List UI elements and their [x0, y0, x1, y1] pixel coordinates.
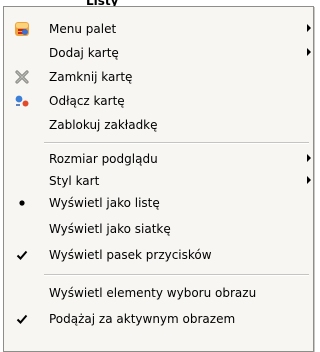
- menu-separator: [44, 142, 309, 144]
- context-menu: Menu palet Dodaj kartę Zamknij kartę Odł…: [3, 6, 314, 352]
- menu-item-wyswietl-jako-liste[interactable]: Wyświetl jako listę: [4, 191, 313, 215]
- menu-item-wyswietl-elementy-wyboru-obrazu[interactable]: Wyświetl elementy wyboru obrazu: [4, 281, 313, 305]
- menu-item-label: Podążaj za aktywnym obrazem: [49, 312, 236, 326]
- menu-item-rozmiar-podgladu[interactable]: Rozmiar podglądu: [4, 147, 313, 171]
- menu-item-label: Rozmiar podglądu: [49, 152, 158, 166]
- detach-tab-icon: [14, 93, 30, 109]
- radio-bullet-icon: [14, 195, 30, 211]
- menu-item-wyswietl-pasek-przyciskow[interactable]: Wyświetl pasek przycisków: [4, 243, 313, 267]
- submenu-arrow-icon: [307, 176, 311, 184]
- menu-item-styl-kart[interactable]: Styl kart: [4, 169, 313, 193]
- submenu-arrow-icon: [307, 154, 311, 162]
- menu-separator: [44, 274, 309, 276]
- menu-item-odlacz-karte[interactable]: Odłącz kartę: [4, 89, 313, 113]
- close-tab-icon: [14, 69, 30, 85]
- menu-item-label: Wyświetl pasek przycisków: [49, 248, 212, 262]
- menu-item-label: Wyświetl jako listę: [49, 196, 160, 210]
- submenu-arrow-icon: [307, 48, 311, 56]
- checkmark-icon: [14, 247, 30, 263]
- menu-item-zamknij-karte[interactable]: Zamknij kartę: [4, 65, 313, 89]
- menu-item-label: Wyświetl jako siatkę: [49, 222, 171, 236]
- menu-item-label: Wyświetl elementy wyboru obrazu: [49, 286, 257, 300]
- submenu-arrow-icon: [307, 24, 311, 32]
- menu-item-label: Styl kart: [49, 174, 100, 188]
- menu-item-label: Zablokuj zakładkę: [49, 118, 158, 132]
- menu-item-label: Dodaj kartę: [49, 46, 119, 60]
- menu-item-dodaj-karte[interactable]: Dodaj kartę: [4, 41, 313, 65]
- menu-item-menu-palet[interactable]: Menu palet: [4, 17, 313, 41]
- palette-menu-icon: [14, 21, 30, 37]
- menu-item-label: Menu palet: [49, 22, 117, 36]
- menu-item-label: Odłącz kartę: [49, 94, 125, 108]
- menu-item-podazaj-za-aktywnym-obrazem[interactable]: Podążaj za aktywnym obrazem: [4, 307, 313, 331]
- checkmark-icon: [14, 311, 30, 327]
- menu-item-label: Zamknij kartę: [49, 70, 133, 84]
- menu-item-wyswietl-jako-siatke[interactable]: Wyświetl jako siatkę: [4, 217, 313, 241]
- menu-item-zablokuj-zakladke[interactable]: Zablokuj zakładkę: [4, 113, 313, 137]
